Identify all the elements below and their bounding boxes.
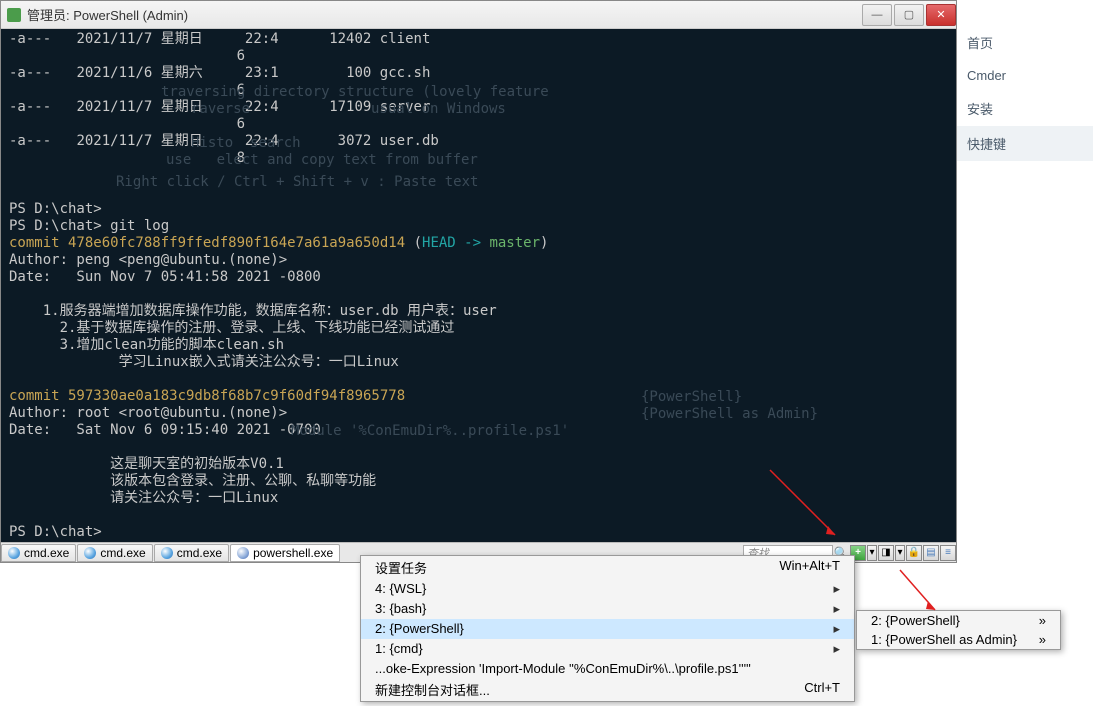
hint-text: raverse: [191, 101, 250, 118]
hint-text: Module '%ConEmuDir%..profile.ps1': [291, 423, 569, 440]
tab-cmd[interactable]: cmd.exe: [77, 544, 152, 562]
menu-item-label: 2: {PowerShell}: [375, 621, 464, 637]
close-button[interactable]: ✕: [926, 4, 956, 26]
menu-item-label: 1: {PowerShell as Admin}: [871, 632, 1017, 647]
prompt: PS D:\chat>: [9, 201, 102, 217]
hint-text: {PowerShell}: [641, 389, 742, 406]
menu-item-label: 3: {bash}: [375, 601, 426, 617]
date-line: Date: Sun Nov 7 05:41:58 2021 -0800: [9, 269, 321, 285]
menu-header: 设置任务 Win+Alt+T: [361, 556, 854, 579]
app-icon: [7, 8, 21, 22]
menu-item-label: 新建控制台对话框...: [375, 680, 490, 699]
submenu-arrow-icon: ▸: [833, 621, 840, 637]
menu-item-new-console[interactable]: 新建控制台对话框... Ctrl+T: [361, 678, 854, 701]
view-button[interactable]: ▤: [923, 545, 939, 561]
maximize-button[interactable]: ▢: [894, 4, 924, 26]
time-cont: 6: [237, 48, 245, 64]
menu-button[interactable]: ≡: [940, 545, 956, 561]
menu-item-cmd[interactable]: 1: {cmd} ▸: [361, 639, 854, 659]
split-dropdown[interactable]: ▾: [895, 545, 905, 561]
submenu-item-powershell-admin[interactable]: 1: {PowerShell as Admin} »: [857, 630, 1060, 649]
tab-label: cmd.exe: [24, 546, 69, 560]
cmd-icon: [8, 547, 20, 559]
submenu-arrow-icon: »: [1039, 613, 1046, 628]
branch-name: master: [489, 235, 540, 251]
cmd-icon: [161, 547, 173, 559]
submenu-arrow-icon: ▸: [833, 601, 840, 617]
side-item[interactable]: ≡快捷键: [943, 126, 1093, 161]
tab-powershell[interactable]: powershell.exe: [230, 544, 340, 562]
minimize-button[interactable]: —: [862, 4, 892, 26]
conemu-window: 管理员: PowerShell (Admin) — ▢ ✕ -a--- 2021…: [0, 0, 957, 563]
side-label: Cmder: [967, 68, 1006, 83]
commit-line: commit 597330ae0a183c9db8f68b7c9f60df94f…: [9, 388, 405, 404]
menu-item-label: 4: {WSL}: [375, 581, 426, 597]
powershell-submenu: 2: {PowerShell} » 1: {PowerShell as Admin…: [856, 610, 1061, 650]
commit-msg: 学习Linux嵌入式请关注公众号：一口Linux: [9, 354, 399, 370]
hint-text: {PowerShell as Admin}: [641, 406, 818, 423]
menu-item-bash[interactable]: 3: {bash} ▸: [361, 599, 854, 619]
time-cont: 6: [237, 116, 245, 132]
hint-text: Histo search: [191, 135, 301, 152]
titlebar[interactable]: 管理员: PowerShell (Admin) — ▢ ✕: [1, 1, 956, 29]
menu-title: 设置任务: [375, 558, 427, 577]
submenu-item-powershell[interactable]: 2: {PowerShell} »: [857, 611, 1060, 630]
side-nav: ≡首页 ≡Cmder ≡安装 ≡快捷键: [943, 25, 1093, 161]
terminal-output[interactable]: -a--- 2021/11/7 星期日 22:4 12402 client 6 …: [1, 29, 956, 542]
hint-text: use elect and copy text from buffer: [166, 152, 478, 169]
commit-msg: 1.服务器端增加数据库操作功能，数据库名称：user.db 用户表：user: [9, 303, 497, 319]
side-label: 首页: [967, 33, 993, 52]
menu-item-label: ...oke-Expression 'Import-Module ''%ConE…: [375, 661, 751, 676]
side-item[interactable]: ≡安装: [943, 91, 1093, 126]
menu-item-label: 1: {cmd}: [375, 641, 423, 657]
prompt: PS D:\chat>: [9, 541, 102, 542]
author-line: Author: root <root@ubuntu.(none)>: [9, 405, 287, 421]
submenu-arrow-icon: ▸: [833, 641, 840, 657]
tab-cmd[interactable]: cmd.exe: [1, 544, 76, 562]
commit-msg: 请关注公众号：一口Linux: [9, 490, 278, 506]
side-item[interactable]: ≡Cmder: [943, 60, 1093, 91]
cmd-icon: [84, 547, 96, 559]
menu-item-powershell[interactable]: 2: {PowerShell} ▸: [361, 619, 854, 639]
window-title: 管理员: PowerShell (Admin): [27, 5, 860, 24]
commit-msg: 该版本包含登录、注册、公聊、私聊等功能: [9, 473, 376, 489]
hint-text: usual on Windows: [371, 101, 506, 118]
date-line: Date: Sat Nov 6 09:15:40 2021 -0700: [9, 422, 321, 438]
prompt: PS D:\chat>: [9, 524, 102, 540]
commit-msg: 3.增加clean功能的脚本clean.sh: [9, 337, 284, 353]
tab-label: cmd.exe: [177, 546, 222, 560]
menu-item-expression[interactable]: ...oke-Expression 'Import-Module ''%ConE…: [361, 659, 854, 678]
side-label: 安装: [967, 99, 993, 118]
side-item[interactable]: ≡首页: [943, 25, 1093, 60]
hint-text: traversing directory structure (lovely f…: [161, 84, 557, 101]
commit-msg: 这是聊天室的初始版本V0.1: [9, 456, 284, 472]
tab-cmd[interactable]: cmd.exe: [154, 544, 229, 562]
file-row: -a--- 2021/11/7 星期日 22:4 12402 client: [9, 31, 430, 47]
tab-label: cmd.exe: [100, 546, 145, 560]
submenu-arrow-icon: ▸: [833, 581, 840, 597]
author-line: Author: peng <peng@ubuntu.(none)>: [9, 252, 287, 268]
head-label: HEAD ->: [422, 235, 489, 251]
split-button[interactable]: ◨: [878, 545, 894, 561]
menu-shortcut: Ctrl+T: [804, 680, 840, 699]
tasks-menu: 设置任务 Win+Alt+T 4: {WSL} ▸ 3: {bash} ▸ 2: {…: [360, 555, 855, 702]
lock-icon[interactable]: 🔒: [906, 545, 922, 561]
powershell-icon: [237, 547, 249, 559]
hint-text: Right click / Ctrl + Shift + v : Paste t…: [116, 174, 478, 191]
menu-item-label: 2: {PowerShell}: [871, 613, 960, 628]
file-row: -a--- 2021/11/6 星期六 23:1 100 gcc.sh: [9, 65, 430, 81]
prompt: PS D:\chat> git log: [9, 218, 169, 234]
menu-shortcut: Win+Alt+T: [779, 558, 840, 577]
tab-label: powershell.exe: [253, 546, 333, 560]
commit-msg: 2.基于数据库操作的注册、登录、上线、下线功能已经测试通过: [9, 320, 454, 336]
submenu-arrow-icon: »: [1039, 632, 1046, 647]
new-tab-dropdown[interactable]: ▾: [867, 545, 877, 561]
menu-item-wsl[interactable]: 4: {WSL} ▸: [361, 579, 854, 599]
commit-line: commit 478e60fc788ff9ffedf890f164e7a61a9…: [9, 235, 405, 251]
side-label: 快捷键: [967, 134, 1006, 153]
